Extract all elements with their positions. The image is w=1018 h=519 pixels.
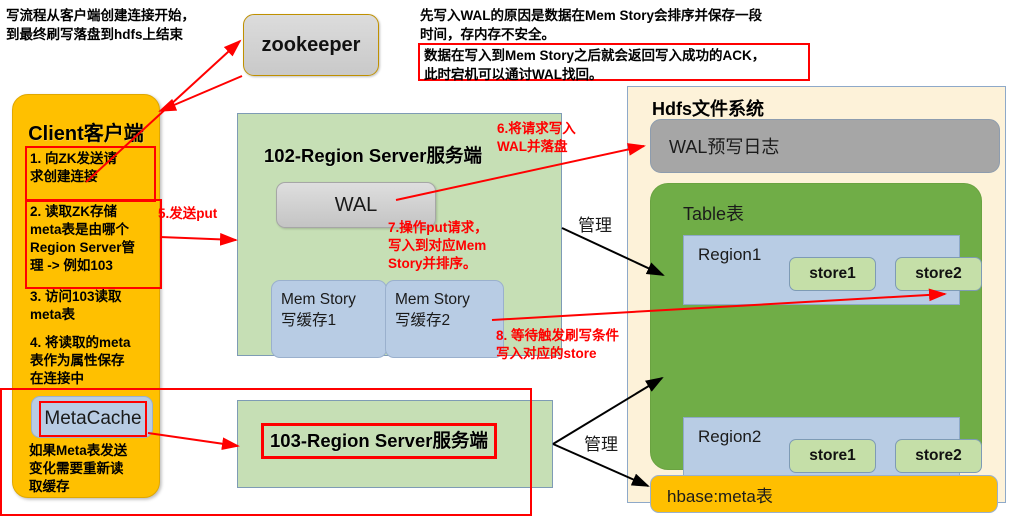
region2-store1[interactable]: store1 bbox=[789, 439, 876, 473]
client-step-2: 2. 读取ZK存储 meta表是由哪个 Region Server管 理 -> … bbox=[25, 199, 162, 289]
client-step-4: 4. 将读取的meta 表作为属性保存 在连接中 bbox=[30, 335, 131, 386]
metacache-label: MetaCache bbox=[39, 401, 147, 437]
region1-store2[interactable]: store2 bbox=[895, 257, 982, 291]
annotation-step-6: 6.将请求写入 WAL并落盘 bbox=[497, 121, 576, 154]
region2-store2[interactable]: store2 bbox=[895, 439, 982, 473]
zookeeper-node[interactable]: zookeeper bbox=[243, 14, 379, 76]
note-top-right-boxed: 数据在写入到Mem Story之后就会返回写入成功的ACK， 此时宕机可以通讨W… bbox=[418, 43, 810, 82]
annotation-step-7: 7.操作put请求， 写入到对应Mem Story并排序。 bbox=[388, 220, 488, 271]
arrow-metacache-to-rs103 bbox=[147, 432, 240, 451]
annotation-step-5: 5.发送put bbox=[158, 206, 218, 221]
region1-label: Region1 bbox=[698, 245, 762, 264]
arrow-zookeeper-to-client bbox=[158, 75, 243, 112]
table-box[interactable]: Table表 Region1 store1 store2 Region2 sto… bbox=[650, 183, 982, 487]
hbase-meta-table-box[interactable]: hbase:meta表 bbox=[650, 475, 998, 513]
metacache-box[interactable]: MetaCache bbox=[31, 396, 153, 438]
client-title: Client客户端 bbox=[28, 123, 144, 145]
region-server-103-title: 103-Region Server服务端 bbox=[261, 423, 497, 459]
manage-label-top: 管理 bbox=[578, 216, 612, 235]
region-server-103-panel[interactable]: 103-Region Server服务端 bbox=[237, 400, 553, 488]
region1-box[interactable]: Region1 store1 store2 bbox=[683, 235, 982, 305]
hdfs-title: Hdfs文件系统 bbox=[652, 99, 764, 119]
client-footer-note: 如果Meta表发送 变化需要重新读 取缓存 bbox=[29, 443, 128, 494]
mem-store-1[interactable]: Mem Story 写缓存1 bbox=[271, 280, 387, 358]
annotation-step-8: 8. 等待触发刷写条件 写入对应的store bbox=[496, 328, 620, 361]
note-top-right-plain: 先写入WAL的原因是数据在Mem Story会排序并保存一段 时间，存内存不安全… bbox=[420, 8, 763, 42]
wal-log-box[interactable]: WAL预写日志 bbox=[650, 119, 1000, 173]
client-step-1: 1. 向ZK发送请 求创建连接 bbox=[25, 146, 156, 202]
note-top-left: 写流程从客户端创建连接开始， 到最终刷写落盘到hdfs上结束 bbox=[6, 8, 195, 42]
manage-label-bottom: 管理 bbox=[584, 435, 618, 454]
diagram-canvas: 写流程从客户端创建连接开始， 到最终刷写落盘到hdfs上结束 先写入WAL的原因… bbox=[0, 0, 1018, 519]
region-server-102-title: 102-Region Server服务端 bbox=[264, 145, 482, 166]
client-panel[interactable]: Client客户端 1. 向ZK发送请 求创建连接 2. 读取ZK存储 meta… bbox=[12, 94, 162, 498]
table-label: Table表 bbox=[683, 204, 745, 224]
region2-label: Region2 bbox=[698, 427, 762, 446]
client-step-3: 3. 访问103读取 meta表 bbox=[30, 289, 122, 322]
mem-store-2[interactable]: Mem Story 写缓存2 bbox=[385, 280, 504, 358]
region1-store1[interactable]: store1 bbox=[789, 257, 876, 291]
arrow-step5-put bbox=[159, 232, 238, 246]
hdfs-panel[interactable]: Hdfs文件系统 WAL预写日志 Table表 Region1 store1 s… bbox=[627, 86, 1006, 513]
